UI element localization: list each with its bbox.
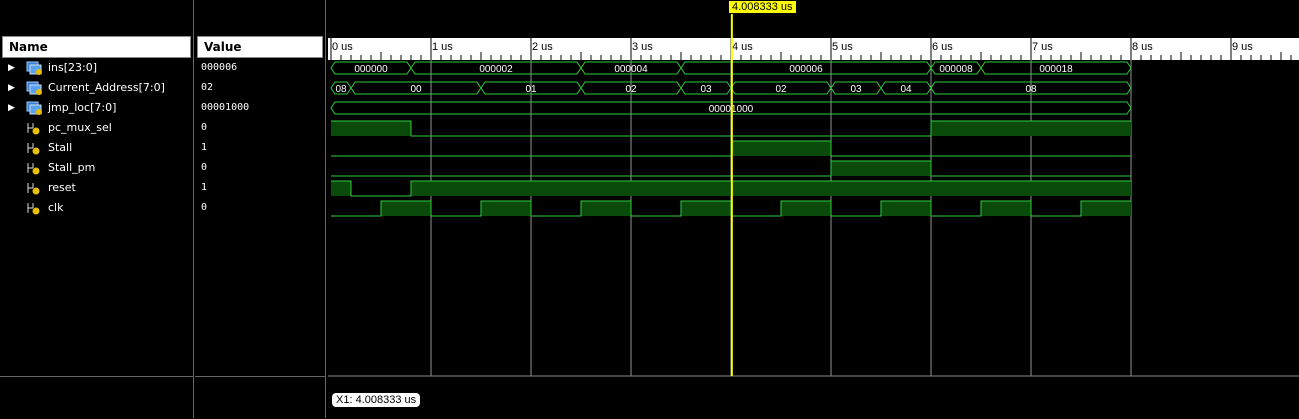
bus-value-label: 00 [410, 84, 422, 95]
bus-value-label: 01 [525, 84, 537, 95]
bit-high-fill [581, 201, 631, 216]
bus-value-label: 02 [625, 84, 637, 95]
ruler-tick-label: 9 us [1232, 41, 1253, 53]
waveform-canvas[interactable]: 0 us 1 us 2 us 3 us 4 us 5 us 6 us 7 us 8 us 9 us… [328, 0, 1299, 418]
signal-value: 0 [201, 162, 208, 173]
bus-value-label: 03 [700, 84, 712, 95]
ruler-tick-label: 5 us [832, 41, 853, 53]
bus-value-label: 000006 [789, 64, 823, 75]
bit-high-fill [331, 121, 411, 136]
bit-high-fill [1081, 201, 1131, 216]
wire-icon [26, 121, 40, 135]
bus-value-label: 000002 [479, 64, 513, 75]
bit-high-fill [381, 201, 431, 216]
name-pane-footer [0, 376, 193, 419]
wire-icon [26, 141, 40, 155]
signal-row[interactable]: pc_mux_sel [0, 118, 190, 138]
expand-arrow-icon[interactable]: ▶ [8, 98, 15, 118]
bus-icon [26, 101, 42, 115]
bus-icon [26, 61, 42, 75]
bit-high-fill [681, 201, 731, 216]
bus-icon [26, 81, 42, 95]
signal-name: jmp_loc[7:0] [48, 101, 117, 114]
value-pane: Value 000006 02 00001000 0 1 0 1 0 [195, 0, 326, 418]
bus-value-label: 000018 [1039, 64, 1073, 75]
bit-high-fill [881, 201, 931, 216]
timeline-ruler [328, 38, 1299, 60]
value-header-label: Value [204, 40, 242, 54]
bit-high-fill [481, 201, 531, 216]
bit-high-fill [831, 161, 931, 176]
signal-name: Stall [48, 141, 73, 154]
name-header-label: Name [9, 40, 48, 54]
time-marker-label[interactable]: 4.008333 us [729, 1, 796, 13]
ruler-tick-label: 2 us [532, 41, 553, 53]
expand-arrow-icon[interactable]: ▶ [8, 78, 15, 98]
bit-high-fill [731, 141, 831, 156]
bit-high-fill [781, 201, 831, 216]
ruler-tick-label: 1 us [432, 41, 453, 53]
signal-row[interactable]: reset [0, 178, 190, 198]
signal-name: ins[23:0] [48, 61, 98, 74]
bit-high-fill [331, 181, 351, 196]
signal-row[interactable]: ▶ ins[23:0] [0, 58, 190, 78]
signal-name: Current_Address[7:0] [48, 81, 165, 94]
ruler-tick-label: 0 us [332, 41, 353, 53]
signal-value: 0 [201, 202, 208, 213]
bit-high-fill [981, 201, 1031, 216]
signal-value: 0 [201, 122, 208, 133]
wire-icon [26, 201, 40, 215]
expand-arrow-icon[interactable]: ▶ [8, 58, 15, 78]
signal-name: clk [48, 201, 64, 214]
signal-name-list: ▶ ins[23:0] ▶ Current_Address[7:0] ▶ jmp_loc[… [0, 58, 193, 258]
ruler-tick-label: 6 us [932, 41, 953, 53]
signal-row[interactable]: Stall [0, 138, 190, 158]
ruler-tick-label: 8 us [1132, 41, 1153, 53]
ruler-tick-label: 3 us [632, 41, 653, 53]
bus-value-label: 04 [900, 84, 912, 95]
bit-high-fill [931, 121, 1131, 136]
signal-value: 1 [201, 182, 208, 193]
signal-value: 000006 [201, 62, 238, 73]
signal-row[interactable]: ▶ Current_Address[7:0] [0, 78, 190, 98]
ruler-tick-label: 4 us [732, 41, 753, 53]
cursor-readout: X1: 4.008333 us [332, 393, 421, 407]
signal-row[interactable]: ▶ jmp_loc[7:0] [0, 98, 190, 118]
bus-value-label: 000000 [354, 64, 388, 75]
bus-value-label: 000004 [614, 64, 648, 75]
signal-value: 00001000 [201, 102, 250, 113]
bit-high-fill [411, 181, 1131, 196]
value-column-header[interactable]: Value [197, 36, 323, 58]
signal-value: 1 [201, 142, 208, 153]
signal-row[interactable]: Stall_pm [0, 158, 190, 178]
bus-value-label: 08 [1025, 84, 1037, 95]
signal-row[interactable]: clk [0, 198, 190, 218]
waveform-pane[interactable]: 0 us 1 us 2 us 3 us 4 us 5 us 6 us 7 us 8 us 9 us… [328, 0, 1299, 418]
signal-name: reset [48, 181, 76, 194]
signal-name: Stall_pm [48, 161, 96, 174]
ruler-tick-label: 7 us [1032, 41, 1053, 53]
signal-value: 02 [201, 82, 214, 93]
bus-value-label: 02 [775, 84, 787, 95]
bus-value-label: 03 [850, 84, 862, 95]
wire-icon [26, 181, 40, 195]
bus-value-label: 000008 [939, 64, 973, 75]
signal-value-list: 000006 02 00001000 0 1 0 1 0 [195, 58, 325, 258]
name-pane: Name ▶ ins[23:0] ▶ Current_Address[7:0] ▶ jmp… [0, 0, 194, 418]
name-column-header[interactable]: Name [2, 36, 191, 58]
value-pane-footer [195, 376, 325, 419]
bus-value-label: 08 [335, 84, 347, 95]
wire-icon [26, 161, 40, 175]
signal-name: pc_mux_sel [48, 121, 112, 134]
